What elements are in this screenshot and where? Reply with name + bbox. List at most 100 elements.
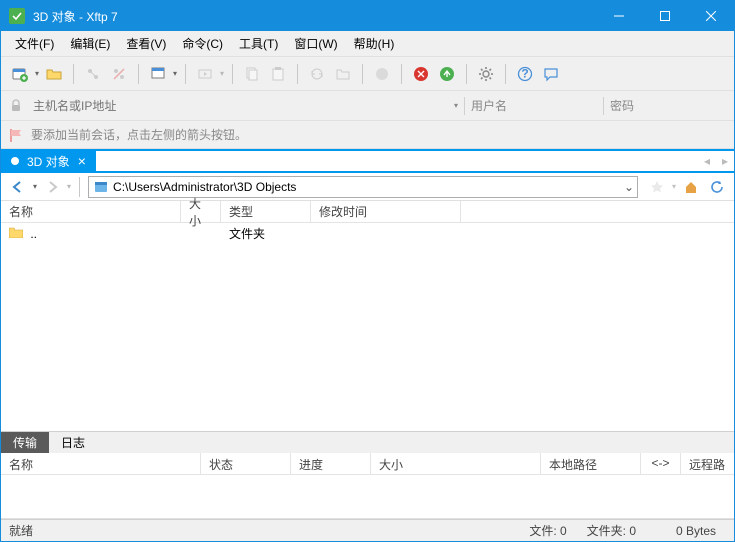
tab-scroll-left-button[interactable]: ◂ <box>698 151 716 171</box>
tcol-local-path[interactable]: 本地路径 <box>541 453 641 474</box>
path-input-wrap: ⌄ <box>88 176 638 198</box>
menu-tools[interactable]: 工具(T) <box>231 32 286 55</box>
back-button[interactable] <box>7 176 29 198</box>
tcol-progress[interactable]: 进度 <box>291 453 371 474</box>
minimize-button[interactable] <box>596 1 642 31</box>
transfer-header: 名称 状态 进度 大小 本地路径 <-> 远程路 <box>1 453 734 475</box>
separator <box>401 64 402 84</box>
password-label: 密码 <box>610 97 660 114</box>
file-type: 文件夹 <box>221 225 311 242</box>
reconnect-button <box>82 63 104 85</box>
session-tabbar: 3D 对象 × ◂ ▸ <box>1 149 734 173</box>
separator <box>603 97 604 115</box>
col-size[interactable]: 大小 <box>181 201 221 222</box>
refresh-button[interactable] <box>706 176 728 198</box>
menu-help[interactable]: 帮助(H) <box>346 32 403 55</box>
menu-command[interactable]: 命令(C) <box>174 32 231 55</box>
separator <box>297 64 298 84</box>
separator <box>79 177 80 197</box>
paste-button <box>267 63 289 85</box>
separator <box>232 64 233 84</box>
username-input[interactable] <box>527 95 597 117</box>
username-label: 用户名 <box>471 97 521 114</box>
favorite-dropdown[interactable]: ▾ <box>672 182 676 191</box>
separator <box>466 64 467 84</box>
dropdown-icon: ▾ <box>220 69 224 78</box>
maximize-button[interactable] <box>642 1 688 31</box>
col-modified[interactable]: 修改时间 <box>311 201 461 222</box>
tab-scroll-right-button[interactable]: ▸ <box>716 151 734 171</box>
menu-file[interactable]: 文件(F) <box>7 32 62 55</box>
menu-edit[interactable]: 编辑(E) <box>62 32 118 55</box>
status-ready: 就绪 <box>9 522 519 539</box>
favorite-button[interactable] <box>646 176 668 198</box>
addressbar: ▾ 用户名 密码 <box>1 91 734 121</box>
xftp-button[interactable] <box>436 63 458 85</box>
app-icon <box>9 8 25 24</box>
path-dropdown-button[interactable]: ⌄ <box>621 180 637 194</box>
tab-status-dot <box>11 157 19 165</box>
tcol-name[interactable]: 名称 <box>1 453 201 474</box>
col-spacer <box>461 201 734 222</box>
lock-icon <box>9 99 23 113</box>
back-history-dropdown[interactable]: ▾ <box>33 182 37 191</box>
file-list[interactable]: .. 文件夹 <box>1 223 734 431</box>
status-bytes: 0 Bytes <box>646 524 726 538</box>
folder-icon <box>9 226 23 238</box>
dropdown-icon[interactable]: ▾ <box>35 69 39 78</box>
svg-text:?: ? <box>521 66 528 80</box>
bottom-tabs: 传输 日志 <box>1 431 734 453</box>
new-window-button[interactable] <box>147 63 169 85</box>
transfer-left-button <box>194 63 216 85</box>
tab-label: 3D 对象 <box>27 153 70 170</box>
host-dropdown-icon[interactable]: ▾ <box>454 101 458 110</box>
menu-window[interactable]: 窗口(W) <box>286 32 345 55</box>
status-files: 文件: 0 <box>519 522 576 539</box>
host-input[interactable] <box>29 95 448 117</box>
separator <box>362 64 363 84</box>
sync-button <box>306 63 328 85</box>
stop-button <box>371 63 393 85</box>
window-title: 3D 对象 - Xftp 7 <box>33 8 596 25</box>
col-name[interactable]: 名称 <box>1 201 181 222</box>
copy-button <box>241 63 263 85</box>
file-name: .. <box>30 227 37 241</box>
home-button[interactable] <box>680 176 702 198</box>
statusbar: 就绪 文件: 0 文件夹: 0 0 Bytes <box>1 519 734 541</box>
tcol-size[interactable]: 大小 <box>371 453 541 474</box>
tab-close-button[interactable]: × <box>78 153 86 169</box>
col-type[interactable]: 类型 <box>221 201 311 222</box>
file-area: 名称 大小 类型 修改时间 .. 文件夹 <box>1 201 734 431</box>
file-header: 名称 大小 类型 修改时间 <box>1 201 734 223</box>
feedback-button[interactable] <box>540 63 562 85</box>
toolbar: ▾ ▾ ▾ ? <box>1 57 734 91</box>
status-folders: 文件夹: 0 <box>577 522 646 539</box>
tcol-direction[interactable]: <-> <box>641 453 681 474</box>
transfer-body[interactable] <box>1 475 734 519</box>
location-icon <box>93 179 109 195</box>
forward-history-dropdown[interactable]: ▾ <box>67 182 71 191</box>
forward-button[interactable] <box>41 176 63 198</box>
menu-view[interactable]: 查看(V) <box>118 32 174 55</box>
flag-icon <box>9 128 25 142</box>
close-button[interactable] <box>688 1 734 31</box>
dropdown-icon[interactable]: ▾ <box>173 69 177 78</box>
disconnect-button <box>108 63 130 85</box>
path-input[interactable] <box>113 177 621 197</box>
tab-log[interactable]: 日志 <box>49 432 97 453</box>
settings-button[interactable] <box>475 63 497 85</box>
xshell-button[interactable] <box>410 63 432 85</box>
menubar: 文件(F) 编辑(E) 查看(V) 命令(C) 工具(T) 窗口(W) 帮助(H… <box>1 31 734 57</box>
pathbar: ▾ ▾ ⌄ ▾ <box>1 173 734 201</box>
separator <box>464 97 465 115</box>
help-button[interactable]: ? <box>514 63 536 85</box>
file-row-parent[interactable]: .. 文件夹 <box>1 223 734 243</box>
tcol-status[interactable]: 状态 <box>201 453 291 474</box>
session-tab[interactable]: 3D 对象 × <box>1 151 96 171</box>
tcol-remote[interactable]: 远程路 <box>681 453 734 474</box>
separator <box>185 64 186 84</box>
password-input[interactable] <box>666 95 726 117</box>
tab-transfer[interactable]: 传输 <box>1 432 49 453</box>
open-session-button[interactable] <box>43 63 65 85</box>
new-session-button[interactable] <box>9 63 31 85</box>
